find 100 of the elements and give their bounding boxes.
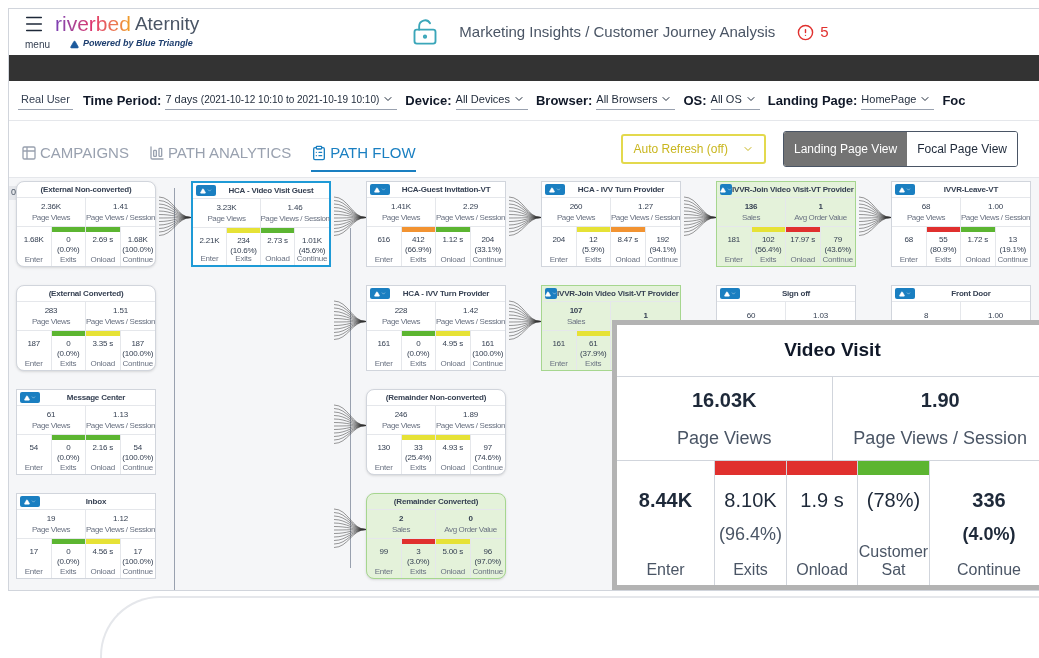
node-title: HCA-Guest Invitation-VT xyxy=(400,185,492,194)
triangle-icon xyxy=(374,186,380,193)
cell-value: 412 xyxy=(411,236,425,244)
cell-value: 8.10K xyxy=(724,488,777,513)
node-title: IVVR-Leave-VT xyxy=(942,185,1000,194)
metric-value: 19 xyxy=(46,514,56,523)
page-node[interactable]: (External Non-converted) 2.36K Page Views 1.41 Page Views / Session 1.68K Enter 0 (0.0%) Exits 2.69 s Onload 1.68K (100.0%) Continue xyxy=(16,181,156,267)
filter-dropdown[interactable]: HomePage xyxy=(861,90,935,111)
cell-value: 1.72 s xyxy=(967,236,989,244)
cell-label: Enter xyxy=(374,568,393,576)
metric-label: Page Views / Session xyxy=(610,213,681,222)
filter-dropdown[interactable]: 7 days (2021-10-12 10:10 to 2021-10-19 10:10) xyxy=(165,90,398,111)
node-menu-button[interactable] xyxy=(545,288,557,299)
cell-value: 0 xyxy=(66,340,71,348)
node-menu-button[interactable] xyxy=(720,288,740,299)
node-title: HCA - IVV Turn Provider xyxy=(401,289,491,298)
page-node[interactable]: HCA-Guest Invitation-VT 1.41K Page Views 2.29 Page Views / Session 616 Enter 412 (66.9%) Exits 1.12 s Onload 204 (33.1%) Continue xyxy=(366,181,506,267)
cell-value: 0 xyxy=(66,548,71,556)
cell-percent: (0.0%) xyxy=(57,246,80,254)
cell-label: Exits xyxy=(60,360,77,368)
node-menu-button[interactable] xyxy=(895,184,915,195)
cell-percent: (100.0%) xyxy=(122,454,154,462)
cell-percent: (37.9%) xyxy=(579,350,607,358)
node-menu-button[interactable] xyxy=(20,496,40,507)
cell-label: Onload xyxy=(796,561,848,579)
node-menu-button[interactable] xyxy=(196,185,216,196)
metric-label: Avg Order Value xyxy=(444,525,497,534)
node-title: HCA - Video Visit Guest xyxy=(227,186,315,195)
cell-percent: (100.0%) xyxy=(122,350,154,358)
filter-dropdown[interactable]: All OS xyxy=(710,90,760,111)
metric-label: Page Views / Session xyxy=(85,213,156,222)
cell-label: Continue xyxy=(997,256,1028,264)
metric-value: 1.03 xyxy=(813,312,828,320)
node-title: Message Center xyxy=(65,393,127,402)
metric-label: Page Views / Session xyxy=(435,317,506,326)
cell-value: 1.9 s xyxy=(800,488,844,513)
cell-label: Continue xyxy=(472,464,503,472)
node-menu-button[interactable] xyxy=(20,392,40,403)
cell-label: Enter xyxy=(24,568,43,576)
cell-percent: (45.6%) xyxy=(298,247,326,255)
page-node[interactable]: (Remainder Converted) 2 Sales 0 Avg Order Value 99 Enter 3 (3.0%) Exits 5.00 s Onload 96 (97.0%) Continue xyxy=(366,493,506,579)
cell-value: 181 xyxy=(727,236,741,244)
node-title: (External Non-converted) xyxy=(39,185,133,194)
page-node[interactable]: (External Converted) 283 Page Views 1.51 Page Views / Session 187 Enter 0 (0.0%) Exits 3.35 s Onload 187 (100.0%) Continue xyxy=(16,285,156,371)
filter-label: Foc xyxy=(942,91,966,110)
cell-value: 2.69 s xyxy=(92,236,114,244)
alert-icon[interactable] xyxy=(797,23,815,41)
cell-label: Enter xyxy=(200,255,219,263)
caret-icon xyxy=(727,187,732,192)
cell-label: Exits xyxy=(585,256,602,264)
node-menu-button[interactable] xyxy=(370,184,390,195)
cell-label: Enter xyxy=(24,360,43,368)
filter-label: Browser: xyxy=(535,91,593,110)
triangle-icon xyxy=(899,186,905,193)
cell-label: Onload xyxy=(790,256,816,264)
cell-percent: (96.4%) xyxy=(719,523,782,546)
metric-value: 61 xyxy=(46,410,56,419)
cell-percent: (0.0%) xyxy=(57,454,80,462)
cell-value: 4.56 s xyxy=(92,548,114,556)
cell-percent: (80.9%) xyxy=(929,246,957,254)
cell-percent: (19.1%) xyxy=(999,246,1027,254)
page-node[interactable]: Message Center 61 Page Views 1.13 Page Views / Session 54 Enter 0 (0.0%) Exits 2.16 s Onload 54 (100.0%) Continue xyxy=(16,389,156,475)
user-type-field[interactable]: Real User xyxy=(18,90,73,111)
node-menu-button[interactable] xyxy=(370,288,390,299)
node-menu-button[interactable] xyxy=(545,184,565,195)
metric-value: 260 xyxy=(569,202,583,211)
cell-value: 336 xyxy=(972,488,1006,513)
node-title: IVVR-Join Video Visit-VT Provider xyxy=(732,185,854,194)
tab[interactable]: PATH FLOW xyxy=(311,136,416,172)
metric-value: 1 xyxy=(643,312,648,320)
page-node[interactable]: IVVR-Join Video Visit-VT Provider 136 Sales 1 Avg Order Value 181 Enter 102 (56.4%) Exits 17.97 s Onload 79 (43.6%) Continue xyxy=(716,181,856,267)
cell-value: 8.47 s xyxy=(617,236,639,244)
tagline: Powered by Blue Triangle xyxy=(83,37,193,51)
node-menu-button[interactable] xyxy=(720,184,732,195)
cell-value: 12 xyxy=(589,236,598,244)
cell-value: 13 xyxy=(1008,236,1017,244)
cell-label: Continue xyxy=(647,256,678,264)
cell-value: 79 xyxy=(833,236,842,244)
cell-percent: (0.0%) xyxy=(407,350,430,358)
metric-label: Page Views xyxy=(556,213,596,222)
cell-value: 187 xyxy=(131,340,145,348)
page-node[interactable]: IVVR-Leave-VT 68 Page Views 1.00 Page Views / Session 68 Enter 55 (80.9%) Exits 1.72 s Onload 13 (19.1%) Continue xyxy=(891,181,1031,267)
cell-value: 8.44K xyxy=(638,488,693,513)
cell-percent: (66.9%) xyxy=(404,246,432,254)
cell-percent: (33.1%) xyxy=(474,246,502,254)
node-title: Sign off xyxy=(780,289,812,298)
filter-dropdown[interactable]: All Browsers xyxy=(596,90,676,111)
view-toggle[interactable]: Landing Page View xyxy=(783,132,908,166)
cell-label: Onload xyxy=(90,464,116,472)
cell-percent: (10.6%) xyxy=(230,247,257,255)
node-menu-button[interactable] xyxy=(895,288,915,299)
page-node[interactable]: HCA - IVV Turn Provider 228 Page Views 1.42 Page Views / Session 161 Enter 0 (0.0%) Exits 4.95 s Onload 161 (100.0%) Continue xyxy=(366,285,506,371)
page-node[interactable]: Inbox 19 Page Views 1.12 Page Views / Session 17 Enter 0 (0.0%) Exits 4.56 s Onload 17 (100.0%) Continue xyxy=(16,493,156,579)
triangle-icon xyxy=(374,290,380,297)
filter-dropdown[interactable]: All Devices xyxy=(455,90,528,111)
page-node[interactable]: HCA - IVV Turn Provider 260 Page Views 1.27 Page Views / Session 204 Enter 12 (5.9%) Exits 8.47 s Onload 192 (94.1%) Continue xyxy=(541,181,681,267)
metric-label: Sales xyxy=(567,317,585,326)
cell-label: Exits xyxy=(585,360,602,368)
page-node[interactable]: (Remainder Non-converted) 246 Page Views 1.89 Page Views / Session 130 Enter 33 (25.4%) Exits 4.93 s Onload 97 (74.6%) Continue xyxy=(366,389,506,475)
table-icon xyxy=(21,145,37,161)
